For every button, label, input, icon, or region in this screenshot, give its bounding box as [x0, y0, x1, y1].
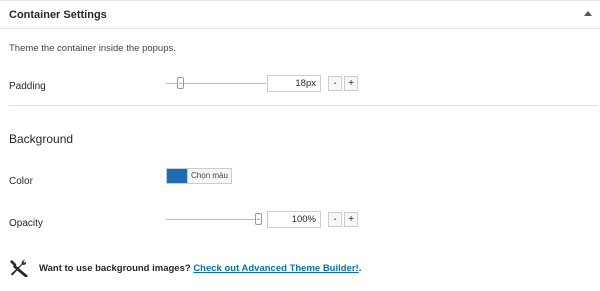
arrow-up-icon[interactable] — [584, 11, 592, 16]
choose-color-button[interactable]: Chọn màu — [188, 168, 232, 184]
opacity-slider-track — [166, 219, 262, 220]
background-section-title: Background — [9, 132, 74, 146]
opacity-value: 100 — [291, 214, 308, 225]
panel-description: Theme the container inside the popups. — [9, 43, 176, 54]
padding-slider[interactable] — [166, 77, 266, 90]
opacity-label: Opacity — [9, 218, 43, 229]
tools-icon — [9, 259, 28, 277]
opacity-increase-button[interactable]: + — [344, 212, 358, 227]
padding-value: 18 — [295, 78, 306, 89]
container-settings-panel: Container Settings Theme the container i… — [0, 0, 600, 291]
opacity-slider[interactable] — [166, 213, 262, 226]
panel-title: Container Settings — [9, 9, 107, 21]
color-swatch[interactable] — [166, 168, 188, 184]
padding-label: Padding — [9, 81, 46, 92]
promo-text: Want to use background images? — [39, 263, 191, 274]
color-label: Color — [9, 176, 33, 187]
promo-message: Want to use background images? Check out… — [39, 263, 361, 274]
opacity-unit: % — [307, 214, 316, 225]
section-divider — [9, 105, 598, 106]
padding-decrease-button[interactable]: - — [328, 76, 342, 91]
padding-slider-thumb[interactable] — [177, 77, 184, 89]
opacity-value-field[interactable]: 100% — [267, 211, 321, 228]
padding-unit: px — [305, 78, 316, 89]
padding-increase-button[interactable]: + — [344, 76, 358, 91]
padding-value-field[interactable]: 18px — [267, 75, 321, 92]
opacity-decrease-button[interactable]: - — [328, 212, 342, 227]
promo-suffix: . — [358, 263, 362, 274]
panel-header[interactable]: Container Settings — [0, 1, 600, 29]
opacity-slider-thumb[interactable] — [255, 213, 262, 225]
advanced-theme-builder-link[interactable]: Check out Advanced Theme Builder! — [193, 263, 358, 274]
